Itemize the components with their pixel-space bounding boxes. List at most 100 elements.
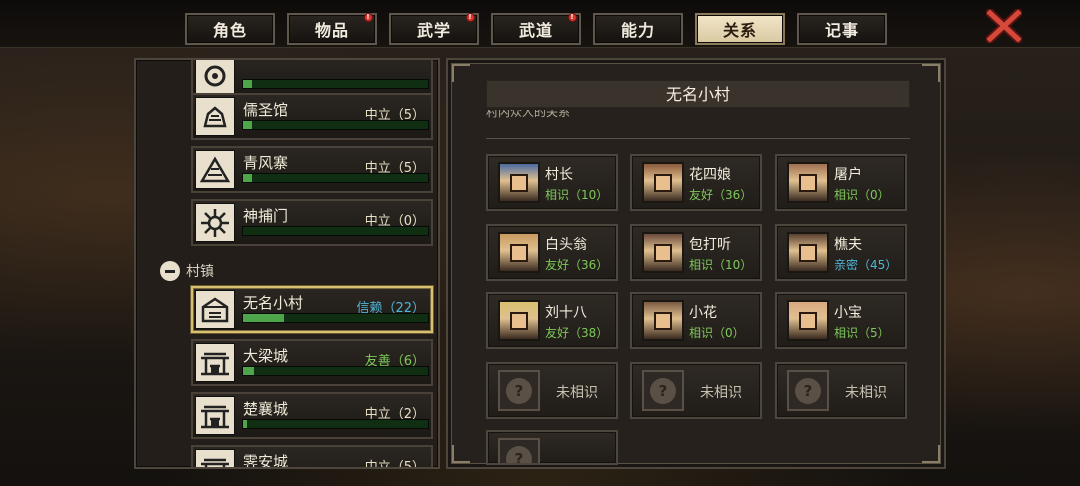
relation-status: 相识（10） — [545, 188, 609, 202]
unknown-portrait: ? — [642, 370, 684, 411]
unknown-portrait: ? — [498, 370, 540, 411]
panel-subtitle: 村内众人的关系 — [486, 110, 571, 119]
character-card[interactable]: 屠户相识（0） — [775, 154, 907, 211]
reputation-bar — [242, 226, 429, 236]
town-name: 大梁城 — [243, 347, 289, 365]
village-icon — [195, 290, 235, 329]
tab-label: 武道 — [518, 21, 553, 40]
city-icon — [195, 396, 235, 435]
character-card-unknown[interactable]: ? 未相识 — [486, 362, 618, 419]
relation-status: 亲密（45） — [834, 258, 898, 272]
character-card[interactable]: 小花相识（0） — [630, 292, 762, 349]
faction-name: 儒圣馆 — [243, 101, 289, 119]
faction-name: 神捕门 — [243, 207, 289, 225]
character-name: 刘十八 — [545, 305, 587, 321]
character-card[interactable]: 樵夫亲密（45） — [775, 224, 907, 281]
character-name: 屠户 — [834, 167, 862, 183]
close-icon — [986, 9, 1022, 43]
collapse-icon — [160, 261, 180, 281]
butcher-portrait — [787, 162, 829, 203]
faction-item[interactable]: 儒圣馆 中立（5） — [191, 93, 433, 140]
tab-journal[interactable]: 记事 — [797, 13, 887, 45]
close-button[interactable] — [985, 8, 1023, 44]
bald-boy-portrait — [787, 300, 829, 341]
reputation-bar — [242, 173, 429, 183]
tab-label: 物品 — [314, 21, 349, 40]
character-card-unknown[interactable]: ? 未相识 — [630, 362, 762, 419]
tab-items[interactable]: 物品 ! — [287, 13, 377, 45]
section-toggle-towns[interactable]: 村镇 — [160, 261, 214, 281]
frame-corner — [922, 445, 940, 463]
town-item-selected[interactable]: 无名小村 信赖（22） — [191, 286, 433, 333]
tab-label: 记事 — [824, 21, 859, 40]
town-item[interactable]: 霁安城 中立（5） — [191, 445, 433, 469]
elder-portrait — [498, 162, 540, 203]
character-name: 樵夫 — [834, 237, 862, 253]
relation-status: 相识（0） — [689, 326, 745, 340]
reputation-bar — [242, 120, 429, 130]
section-label: 村镇 — [186, 264, 214, 280]
relation-status: 相识（5） — [834, 326, 890, 340]
frame-corner — [922, 64, 940, 82]
town-item[interactable]: 楚襄城 中立（2） — [191, 392, 433, 439]
tab-label: 关系 — [722, 21, 757, 40]
character-card-unknown[interactable]: ? 未相识 — [775, 362, 907, 419]
scholar-hall-icon — [195, 97, 235, 136]
relation-status: 相识（10） — [689, 258, 753, 272]
old-man-portrait — [498, 232, 540, 273]
town-item[interactable]: 大梁城 友善（6） — [191, 339, 433, 386]
tab-label: 武学 — [416, 21, 451, 40]
tab-abilities[interactable]: 能力 — [593, 13, 683, 45]
tab-label: 角色 — [212, 21, 247, 40]
town-name: 霁安城 — [243, 453, 289, 469]
character-card[interactable]: 包打听相识（10） — [630, 224, 762, 281]
town-name: 无名小村 — [243, 294, 304, 312]
character-name: 村长 — [545, 167, 573, 183]
unknown-portrait: ? — [498, 438, 540, 463]
faction-list[interactable]: 儒圣馆 中立（5） 青风寨 中立（5） 神捕门 中立（0） 村镇 无名小村 信赖… — [134, 58, 440, 469]
character-card[interactable]: 花四娘 友好（36） — [630, 154, 762, 211]
informant-portrait — [642, 232, 684, 273]
relation-status: 友好（38） — [545, 326, 609, 340]
reputation-bar — [242, 79, 429, 89]
reputation-bar — [242, 313, 429, 323]
character-card-partial[interactable]: ? — [486, 430, 618, 465]
frame-corner — [452, 445, 470, 463]
town-name: 楚襄城 — [243, 400, 289, 418]
character-card[interactable]: 小宝 相识（5） — [775, 292, 907, 349]
notification-badge: ! — [568, 13, 577, 22]
character-name: 未相识 — [556, 385, 598, 401]
faction-name: 青风寨 — [243, 154, 289, 172]
tab-martial-way[interactable]: 武道 ! — [491, 13, 581, 45]
panel-title: 无名小村 — [486, 80, 910, 108]
tab-relations[interactable]: 关系 — [695, 13, 785, 45]
notification-badge: ! — [364, 13, 373, 22]
character-name: 未相识 — [700, 385, 742, 401]
bandaged-man-portrait — [498, 300, 540, 341]
woman-portrait — [642, 162, 684, 203]
relations-panel: 无名小村 村内众人的关系 村长 相识（10） 花四娘 友好（36） 屠户 相识（0） 白头翁… — [446, 58, 946, 469]
tab-martial-arts[interactable]: 武学 ! — [389, 13, 479, 45]
character-card[interactable]: 刘十八友好（38） — [486, 292, 618, 349]
notification-badge: ! — [466, 13, 475, 22]
relation-status: 友好（36） — [545, 258, 609, 272]
character-name: 包打听 — [689, 237, 731, 253]
tab-character[interactable]: 角色 — [185, 13, 275, 45]
faction-item[interactable]: 青风寨 中立（5） — [191, 146, 433, 193]
sect-icon — [195, 60, 235, 95]
character-name: 白头翁 — [545, 237, 587, 253]
constable-gate-icon — [195, 203, 235, 242]
town-status: 中立（5） — [364, 460, 425, 469]
divider — [486, 138, 910, 139]
faction-item[interactable]: 神捕门 中立（0） — [191, 199, 433, 246]
city-icon — [195, 343, 235, 382]
character-card[interactable]: 村长相识（10） — [486, 154, 618, 211]
character-name: 小花 — [689, 305, 717, 321]
character-name: 未相识 — [845, 385, 887, 401]
character-name: 花四娘 — [689, 167, 731, 183]
city-icon — [195, 449, 235, 467]
character-card[interactable]: 白头翁友好（36） — [486, 224, 618, 281]
unknown-portrait: ? — [787, 370, 829, 411]
woodcutter-portrait — [787, 232, 829, 273]
relation-status: 相识（0） — [834, 188, 890, 202]
